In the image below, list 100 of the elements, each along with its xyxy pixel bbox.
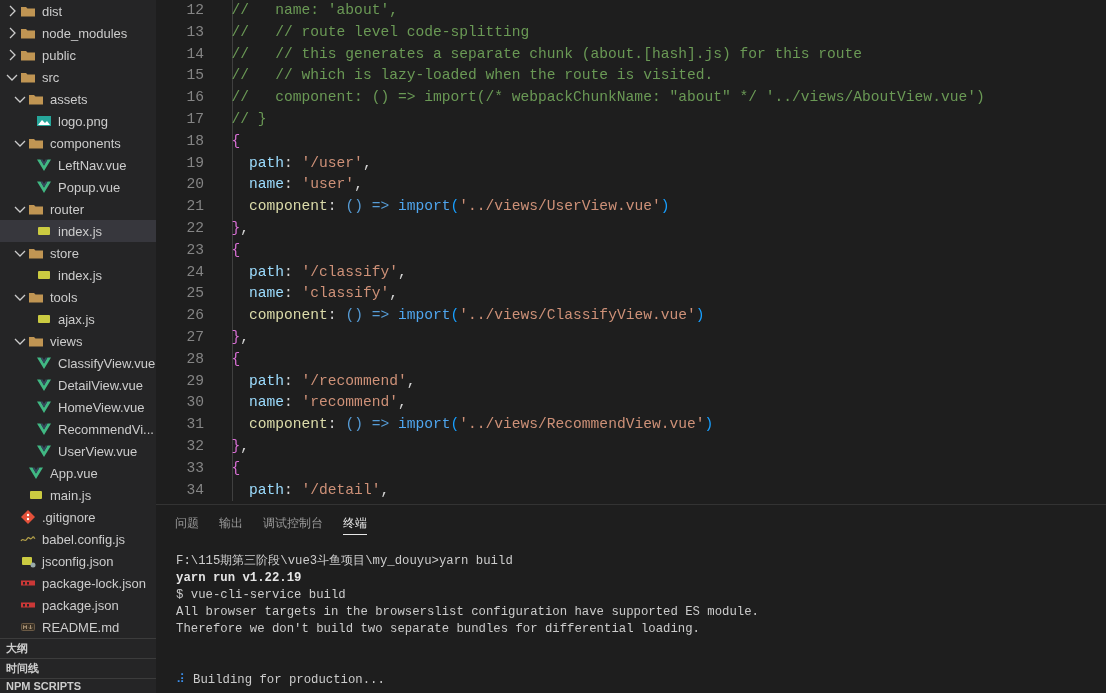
tree-item[interactable]: ajax.js xyxy=(0,308,156,330)
vue-file-icon xyxy=(36,421,52,437)
file-name: DetailView.vue xyxy=(58,377,144,393)
line-number: 25 xyxy=(185,284,204,304)
file-name: components xyxy=(50,135,121,151)
file-name: logo.png xyxy=(58,113,108,129)
git-file-icon xyxy=(20,509,36,525)
line-number: 30 xyxy=(185,393,204,413)
tree-item[interactable]: public xyxy=(0,44,156,66)
file-name: dist xyxy=(42,3,63,19)
spinner-glyph: ⠼ xyxy=(176,672,185,689)
line-number: 34 xyxy=(185,480,204,500)
tree-item[interactable]: package.json xyxy=(0,594,156,616)
tree-item[interactable]: package-lock.json xyxy=(0,572,156,594)
tree-item[interactable]: index.js xyxy=(0,264,156,286)
vue-file-icon xyxy=(36,443,52,459)
file-name: node_modules xyxy=(42,25,128,41)
file-name: assets xyxy=(50,91,88,107)
terminal-line: All browser targets in the browserslist configuration have supported ES module. xyxy=(176,604,760,621)
image-file-icon xyxy=(36,113,52,129)
tree-item[interactable]: ClassifyView.vue xyxy=(0,352,156,374)
vue-file-icon xyxy=(36,157,52,173)
panel-header[interactable]: NPM SCRIPTS xyxy=(0,678,156,693)
line-number: 17 xyxy=(185,110,204,129)
vue-file-icon xyxy=(36,399,52,415)
tree-item[interactable]: Popup.vue xyxy=(0,176,156,198)
file-name: UserView.vue xyxy=(58,443,138,459)
tree-item[interactable]: LeftNav.vue xyxy=(0,154,156,176)
tree-item[interactable]: router xyxy=(0,198,156,220)
tree-item[interactable]: .gitignore xyxy=(0,506,156,528)
line-number: 27 xyxy=(185,327,204,347)
line-number: 31 xyxy=(185,415,204,435)
vue-file-icon xyxy=(36,355,52,371)
tree-item[interactable]: node_modules xyxy=(0,22,156,44)
line-number: 21 xyxy=(185,197,204,217)
terminal-line: F:\115期第三阶段\vue3斗鱼项目\my_douyu>yarn build xyxy=(176,553,514,570)
line-number: 26 xyxy=(185,306,204,326)
line-number: 13 xyxy=(185,22,204,42)
tree-item[interactable]: jsconfig.json xyxy=(0,550,156,572)
terminal-line: yarn run v1.22.19 xyxy=(176,570,303,587)
tree-item[interactable]: tools xyxy=(0,286,156,308)
line-number: 22 xyxy=(185,218,204,238)
file-name: Popup.vue xyxy=(58,179,121,195)
file-name: ajax.js xyxy=(58,311,95,327)
vue-file-icon xyxy=(28,465,44,481)
file-name: router xyxy=(50,201,84,217)
panel-tab[interactable]: 输出 xyxy=(219,514,243,535)
file-name: HomeView.vue xyxy=(58,399,145,415)
file-name: index.js xyxy=(58,223,103,239)
line-number: 33 xyxy=(185,458,204,478)
tree-item[interactable]: HomeView.vue xyxy=(0,396,156,418)
line-number: 29 xyxy=(185,371,204,391)
tree-item[interactable]: index.js xyxy=(0,220,156,242)
tree-item[interactable]: logo.png xyxy=(0,110,156,132)
line-number: 20 xyxy=(185,175,204,195)
line-number: 28 xyxy=(185,349,204,369)
line-number: 15 xyxy=(185,66,204,86)
tree-item[interactable]: views xyxy=(0,330,156,352)
terminal-line: $ vue-cli-service build xyxy=(176,587,347,604)
vue-file-icon xyxy=(36,377,52,393)
tree-item[interactable]: src xyxy=(0,66,156,88)
tree-item[interactable]: README.md xyxy=(0,616,156,638)
file-name: public xyxy=(42,47,76,63)
panel-tab[interactable]: 调试控制台 xyxy=(263,514,323,535)
tree-item[interactable]: assets xyxy=(0,88,156,110)
line-number: 32 xyxy=(185,436,204,456)
tree-item[interactable]: UserView.vue xyxy=(0,440,156,462)
vue-file-icon xyxy=(36,179,52,195)
tree-item[interactable]: components xyxy=(0,132,156,154)
file-name: main.js xyxy=(50,487,92,503)
tree-item[interactable]: RecommendVi... xyxy=(0,418,156,440)
file-name: views xyxy=(50,333,83,349)
file-name: tools xyxy=(50,289,78,305)
line-number: 19 xyxy=(185,153,204,173)
tree-item[interactable]: App.vue xyxy=(0,462,156,484)
line-number: 12 xyxy=(185,1,204,20)
line-number: 14 xyxy=(185,44,204,64)
tree-item[interactable]: store xyxy=(0,242,156,264)
terminal-line: Therefore we don't build two separate bundles for differential loading. xyxy=(176,621,701,638)
file-name: src xyxy=(42,69,60,85)
file-name: RecommendVi... xyxy=(58,421,154,437)
line-number: 18 xyxy=(185,131,204,151)
file-name: package-lock.json xyxy=(42,575,147,591)
panel-tab[interactable]: 问题 xyxy=(175,514,199,535)
tree-item[interactable]: dist xyxy=(0,0,156,22)
file-name: ClassifyView.vue xyxy=(58,355,156,371)
file-name: .gitignore xyxy=(42,509,96,525)
panel-tab[interactable]: 终端 xyxy=(343,514,367,535)
tree-item[interactable]: DetailView.vue xyxy=(0,374,156,396)
file-name: index.js xyxy=(58,267,103,283)
tree-item[interactable]: babel.config.js xyxy=(0,528,156,550)
file-name: LeftNav.vue xyxy=(58,157,127,173)
tree-item[interactable]: main.js xyxy=(0,484,156,506)
file-name: README.md xyxy=(42,619,120,635)
terminal-line: Building for production... xyxy=(193,672,385,689)
file-name: store xyxy=(50,245,79,261)
file-name: babel.config.js xyxy=(42,531,126,547)
line-number: 23 xyxy=(185,240,204,260)
file-name: jsconfig.json xyxy=(42,553,114,569)
file-name: package.json xyxy=(42,597,119,613)
